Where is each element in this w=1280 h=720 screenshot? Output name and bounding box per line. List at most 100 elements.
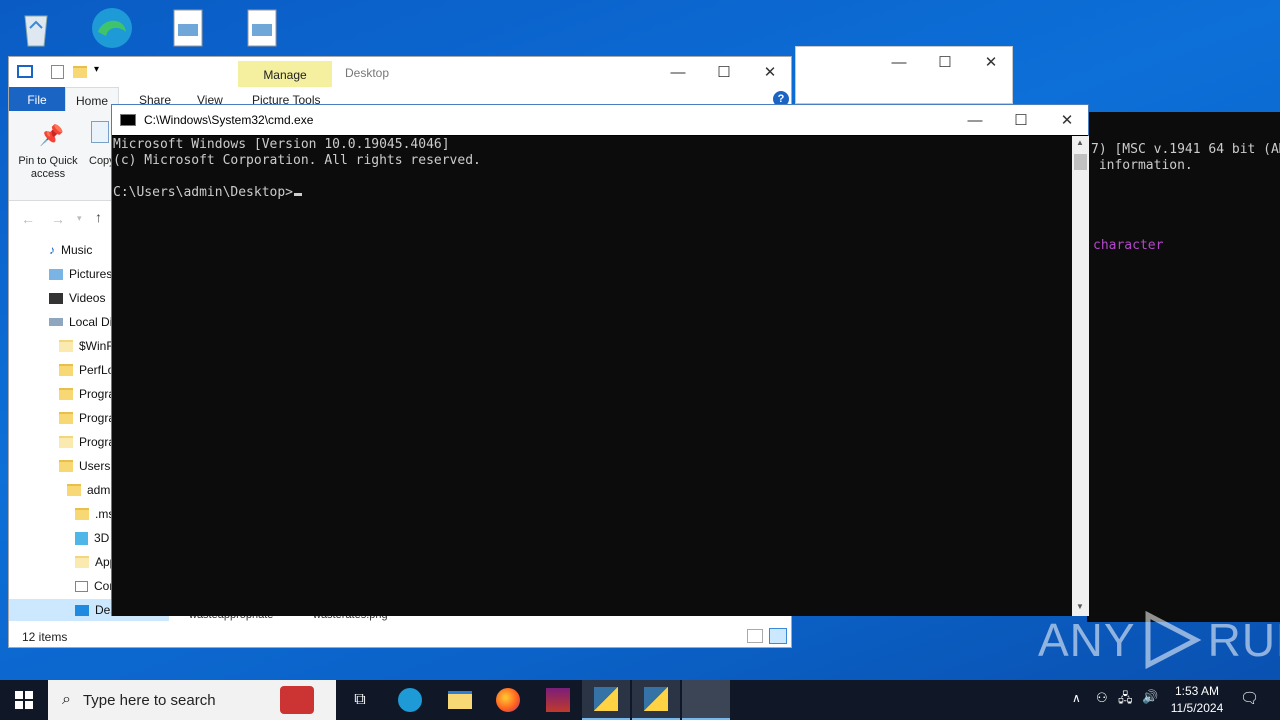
file-explorer-icon — [448, 691, 472, 709]
minimize-icon[interactable]: — — [655, 57, 701, 87]
tree-item-label: Pictures — [69, 267, 113, 281]
search-box[interactable]: ⌕ Type here to search — [48, 680, 336, 720]
start-button[interactable] — [0, 680, 48, 720]
maximize-icon[interactable]: ☐ — [922, 47, 968, 77]
tab-file[interactable]: File — [9, 87, 65, 111]
python-icon — [644, 687, 668, 711]
folder-icon — [67, 484, 81, 496]
image-file-icon[interactable] — [242, 8, 286, 52]
forward-icon[interactable]: → — [51, 211, 65, 227]
taskbar-edge[interactable] — [386, 680, 434, 720]
copy-icon — [91, 121, 109, 143]
tree-item-folder[interactable]: Users — [59, 455, 110, 477]
maximize-icon[interactable]: ☐ — [701, 57, 747, 87]
tree-item-folder[interactable]: .ms — [75, 503, 114, 525]
pin-icon: 📌 — [39, 125, 64, 147]
python-window[interactable]: — ☐ ✕ — [795, 46, 1013, 104]
tree-item-local-disk[interactable]: Local Di — [49, 311, 112, 333]
tree-item-pictures[interactable]: Pictures — [49, 263, 112, 285]
item-count: 12 items — [22, 630, 68, 644]
tree-item-folder[interactable]: admi — [67, 479, 113, 501]
winrar-icon — [546, 688, 570, 712]
tree-item-videos[interactable]: Videos — [49, 287, 105, 309]
tree-item-3d-objects[interactable]: 3D — [75, 527, 109, 549]
play-logo-icon — [1145, 611, 1202, 669]
vertical-scrollbar[interactable]: ▲ ▼ — [1072, 136, 1089, 616]
console-line: (c) Microsoft Corporation. All rights re… — [113, 153, 481, 168]
cmd-console[interactable]: Microsoft Windows [Version 10.0.19045.40… — [112, 136, 1072, 616]
tree-item-contacts[interactable]: Cor — [75, 575, 113, 597]
watermark-text: RUN — [1207, 614, 1280, 666]
cmd-icon — [120, 114, 136, 126]
tab-manage[interactable]: Manage — [238, 61, 332, 87]
taskbar-firefox[interactable] — [484, 680, 532, 720]
pin-to-quick-access-button[interactable]: Pin to Quick access — [15, 155, 81, 181]
search-placeholder: Type here to search — [82, 691, 216, 709]
app-tray-icon[interactable]: ⚇ — [1096, 690, 1108, 706]
explorer-title: Desktop — [345, 66, 390, 80]
tree-item-label: 3D — [94, 531, 110, 545]
taskbar-winrar[interactable] — [534, 680, 582, 720]
volume-icon[interactable]: 🔊 — [1142, 689, 1158, 705]
contacts-icon — [75, 580, 88, 592]
minimize-icon[interactable]: — — [952, 105, 998, 135]
drive-icon — [49, 318, 63, 326]
properties-icon[interactable] — [51, 65, 64, 79]
chevron-up-icon[interactable]: ∧ — [1072, 691, 1081, 705]
minimize-icon[interactable]: — — [876, 47, 922, 77]
tree-item-folder[interactable]: Progra — [59, 431, 115, 453]
folder-icon — [59, 436, 73, 448]
navigation-tree[interactable]: ♪ Music Pictures Videos Local Di $WinR Pe… — [9, 237, 119, 625]
tree-item-label: Local Di — [69, 315, 113, 329]
taskbar-cmd[interactable] — [682, 680, 730, 720]
tree-item-label: Progra — [79, 387, 116, 401]
taskbar-file-explorer[interactable] — [436, 680, 484, 720]
task-view-button[interactable]: ⧉ — [336, 680, 384, 720]
tree-item-label: admi — [87, 483, 114, 497]
windows-icon — [15, 691, 33, 709]
tree-item-folder[interactable]: Progra — [59, 383, 115, 405]
large-icons-view-icon[interactable] — [769, 628, 787, 644]
firefox-icon — [496, 688, 520, 712]
taskbar-python[interactable] — [632, 680, 680, 720]
maximize-icon[interactable]: ☐ — [998, 105, 1044, 135]
taskbar-python-launcher[interactable] — [582, 680, 630, 720]
tree-item-music[interactable]: ♪ Music — [49, 239, 92, 261]
tree-item-folder[interactable]: PerfLo — [59, 359, 114, 381]
back-icon[interactable]: ← — [21, 211, 35, 227]
network-icon[interactable]: 🖧 — [1118, 689, 1133, 711]
tree-item-label: Users — [79, 459, 111, 473]
console-line: Microsoft Windows [Version 10.0.19045.40… — [113, 137, 450, 152]
close-icon[interactable]: ✕ — [968, 47, 1014, 77]
up-icon[interactable]: ↑ — [95, 209, 102, 225]
videos-icon — [49, 292, 63, 304]
clock[interactable]: 1:53 AM 11/5/2024 — [1160, 683, 1234, 717]
cmd-window[interactable]: C:\Windows\System32\cmd.exe — ☐ ✕ Micros… — [111, 104, 1089, 616]
close-icon[interactable]: ✕ — [1044, 105, 1090, 135]
details-view-icon[interactable] — [747, 629, 763, 643]
tree-item-label: PerfLo — [79, 363, 115, 377]
cube-icon — [75, 531, 88, 545]
task-view-icon: ⧉ — [354, 691, 366, 708]
tree-item-label: Progra — [79, 411, 116, 425]
notifications-icon[interactable]: 🗨 — [1240, 689, 1259, 707]
tree-item-folder[interactable]: $WinR — [59, 335, 115, 357]
folder-icon — [75, 556, 89, 568]
search-highlight-icon — [280, 686, 314, 714]
tree-item-folder[interactable]: Progra — [59, 407, 115, 429]
recycle-bin-icon[interactable] — [14, 6, 58, 50]
scroll-thumb[interactable] — [1074, 154, 1087, 170]
new-folder-icon[interactable] — [73, 66, 87, 78]
cmd-titlebar[interactable]: C:\Windows\System32\cmd.exe — ☐ ✕ — [112, 105, 1088, 135]
pictures-icon — [49, 268, 63, 280]
python-console[interactable]: 7) [MSC v.1941 64 bit (AM information. c… — [1087, 112, 1280, 622]
close-icon[interactable]: ✕ — [747, 57, 793, 87]
explorer-titlebar[interactable]: ▾ Desktop — ☐ ✕ — [9, 57, 791, 87]
scroll-up-icon[interactable]: ▲ — [1076, 138, 1084, 147]
tree-item-label: Videos — [69, 291, 106, 305]
chevron-down-icon[interactable]: ▾ — [77, 213, 82, 224]
edge-icon[interactable] — [88, 4, 132, 48]
chevron-down-icon[interactable]: ▾ — [94, 64, 99, 75]
system-tray: ∧ ⚇ 🖧 🔊 1:53 AM 11/5/2024 🗨 — [1064, 680, 1280, 720]
image-file-icon[interactable] — [168, 8, 212, 52]
